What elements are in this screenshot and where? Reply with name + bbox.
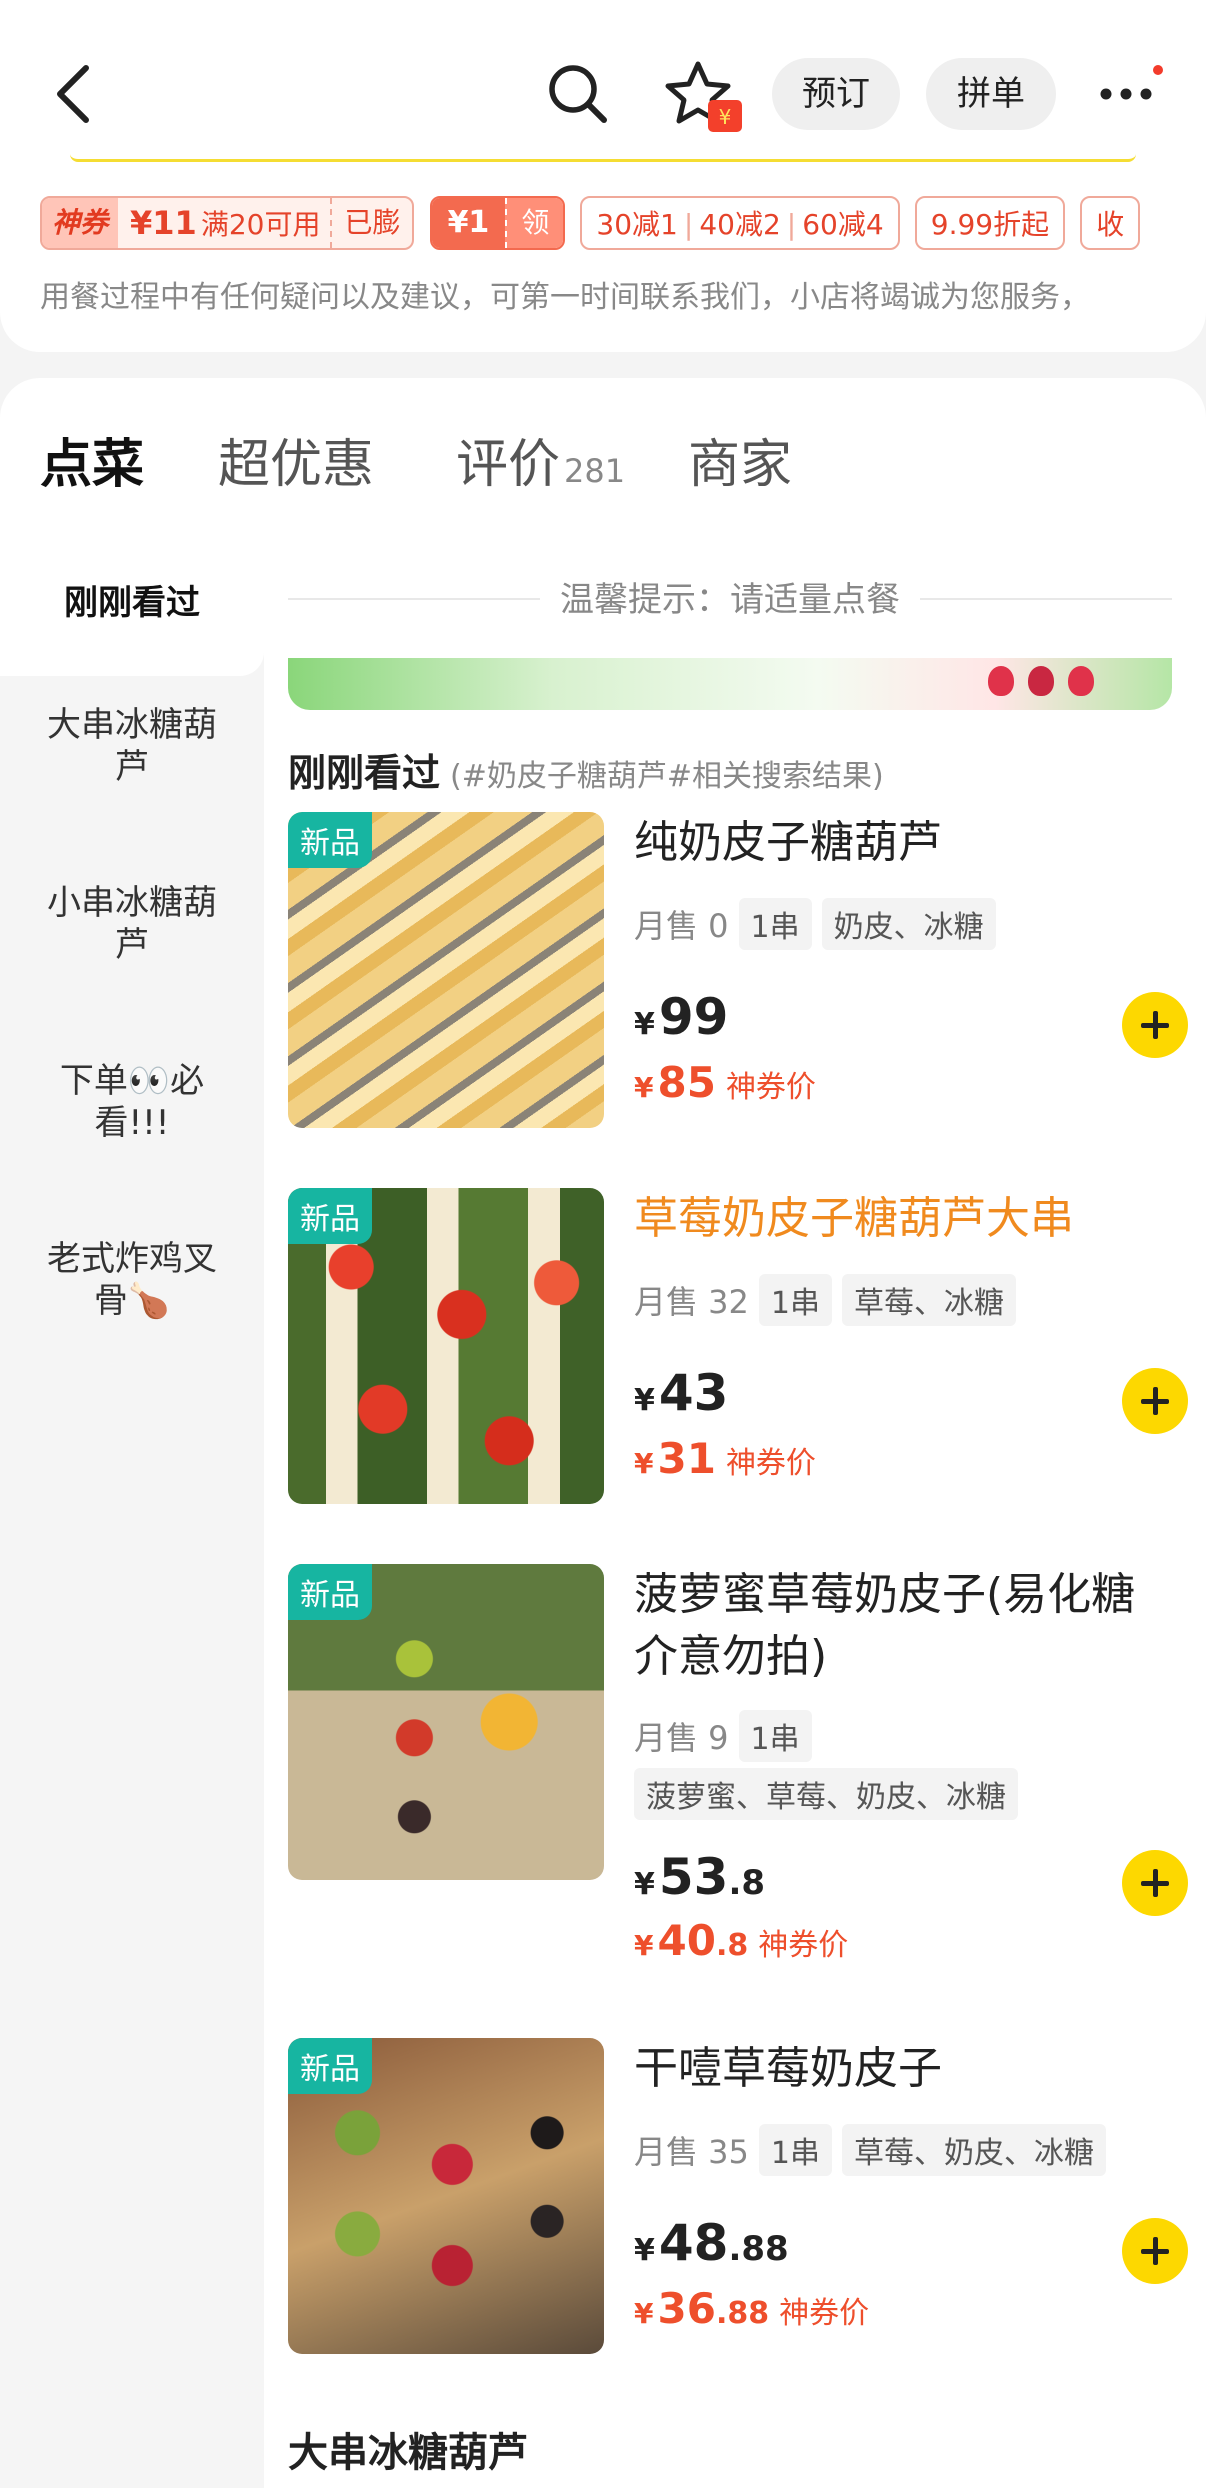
reduction-3: 60减4 [802,208,884,241]
reduction-1: 30减1 [596,208,678,241]
monthly-sales: 月售 0 [634,907,729,945]
dish-item[interactable]: 新品 菠萝蜜草莓奶皮子(易化糖介意勿拍) 月售 9 1串 菠萝蜜、草莓、奶皮、冰糖… [288,1564,1188,1965]
coupon-price: ¥40.8 神券价 [634,1916,849,1965]
full-reduction-coupon[interactable]: 30减1 | 40减2 | 60减4 [580,196,900,250]
sidebar-item-large-tanghulu[interactable]: 大串冰糖葫芦 [0,704,264,788]
tab-deals[interactable]: 超优惠 [218,422,374,497]
dish-name: 菠萝蜜草莓奶皮子(易化糖介意勿拍) [634,1569,1136,1682]
new-badge: 新品 [288,2038,372,2094]
sidebar-item-small-tanghulu[interactable]: 小串冰糖葫芦 [0,882,264,966]
monthly-sales: 月售 32 [634,1283,749,1321]
original-price: ¥48.88 [634,2214,789,2272]
tab-bar: 点菜 超优惠 评价 281 商家 [0,422,1206,540]
ingredient-chip: 菠萝蜜、草莓、奶皮、冰糖 [634,1768,1018,1820]
dish-name: 草莓奶皮子糖葫芦大串 [634,1193,1074,1244]
ingredient-chip: 草莓、冰糖 [842,1274,1016,1326]
add-to-cart-button[interactable] [1122,992,1188,1058]
sidebar-item-fried-chicken[interactable]: 老式炸鸡叉骨🍗 [0,1238,264,1322]
tab-reviews[interactable]: 评价 281 [456,422,625,497]
store-notice: 用餐过程中有任何疑问以及建议，可第一时间联系我们，小店将竭诚为您服务， [40,280,1090,315]
sidebar-item-recently-viewed[interactable]: 刚刚看过 [0,530,264,676]
favorite-star-icon[interactable]: ¥ [664,58,748,138]
dish-meta: 月售 9 1串 [634,1710,812,1762]
claim-coupon-button[interactable]: 领 [505,198,564,248]
unit-chip: 1串 [758,1274,832,1326]
new-badge: 新品 [288,1564,372,1620]
super-coupon-condition: 满20可用 [200,208,321,241]
unit-chip: 1串 [738,1710,812,1762]
dish-item[interactable]: 新品 干噎草莓奶皮子 月售 35 1串 草莓、奶皮、冰糖 ¥48.88 ¥36.88… [288,2038,1188,2358]
dish-name: 干噎草莓奶皮子 [634,2043,942,2094]
section-title-recent: 刚刚看过 (#奶皮子糖葫芦#相关搜索结果) [288,751,884,795]
dish-item[interactable]: 新品 草莓奶皮子糖葫芦大串 月售 32 1串 草莓、冰糖 ¥43 ¥31 神券价 [288,1188,1188,1508]
dish-photo[interactable]: 新品 [288,1188,604,1504]
discount-coupon[interactable]: 9.99折起 [914,196,1066,250]
more-coupon-label: 收 [1096,208,1125,241]
order-tip: 温馨提示：请适量点餐 [264,572,1196,621]
search-icon[interactable] [546,62,610,126]
one-yuan-amount: ¥1 [431,198,506,248]
original-price: ¥99 [634,988,729,1046]
header-divider [70,154,1136,162]
add-to-cart-button[interactable] [1122,2218,1188,2284]
dish-photo[interactable]: 新品 [288,1564,604,1880]
one-yuan-coupon[interactable]: ¥1 领 [429,196,566,250]
more-menu-icon[interactable] [1096,62,1166,122]
tab-order[interactable]: 点菜 [40,422,144,497]
dish-photo[interactable]: 新品 [288,812,604,1128]
review-count: 281 [564,452,626,490]
sidebar-item-must-read[interactable]: 下单👀必看!!! [0,1060,264,1144]
super-coupon-status: 已膨 [330,198,412,248]
dish-list: 温馨提示：请适量点餐 刚刚看过 (#奶皮子糖葫芦#相关搜索结果) 新品 纯奶皮子糖… [264,530,1206,2488]
dish-name: 纯奶皮子糖葫芦 [634,817,942,868]
monthly-sales: 月售 9 [634,1719,729,1757]
coupon-price: ¥85 神券价 [634,1058,816,1107]
dish-meta: 月售 35 1串 草莓、奶皮、冰糖 [634,2124,1106,2176]
unit-chip: 1串 [738,898,812,950]
original-price: ¥53.8 [634,1848,766,1906]
super-coupon-amount: ¥11 [130,204,197,242]
coupon-price: ¥36.88 神券价 [634,2284,870,2333]
new-badge: 新品 [288,812,372,868]
ingredient-row: 菠萝蜜、草莓、奶皮、冰糖 [634,1768,1018,1820]
fav-red-packet-label: ¥ [719,105,732,129]
group-order-button[interactable]: 拼单 [926,58,1056,130]
coupon-price: ¥31 神券价 [634,1434,816,1483]
super-coupon[interactable]: 神券 ¥11 满20可用 已膨 [40,196,415,250]
tab-merchant[interactable]: 商家 [688,422,792,497]
reserve-button[interactable]: 预订 [772,58,900,130]
reduction-2: 40减2 [699,208,781,241]
menu-panel: 点菜 超优惠 评价 281 商家 刚刚看过 大串冰糖葫芦 小串冰糖葫芦 下单👀必看… [0,378,1206,2488]
category-sidebar: 刚刚看过 大串冰糖葫芦 小串冰糖葫芦 下单👀必看!!! 老式炸鸡叉骨🍗 [0,530,264,2488]
store-header: ¥ 预订 拼单 神券 ¥11 满20可用 已膨 ¥1 领 30减1 | 40减2 | 6… [0,0,1206,352]
add-to-cart-button[interactable] [1122,1850,1188,1916]
section-title-large-tanghulu: 大串冰糖葫芦 [288,2430,528,2476]
discount-label: 9.99折起 [930,208,1050,241]
super-coupon-tag: 神券 [42,198,119,248]
back-arrow-icon[interactable] [50,62,100,126]
dish-meta: 月售 0 1串 奶皮、冰糖 [634,898,996,950]
dish-photo[interactable]: 新品 [288,2038,604,2354]
monthly-sales: 月售 35 [634,2133,749,2171]
coupon-row[interactable]: 神券 ¥11 满20可用 已膨 ¥1 领 30减1 | 40减2 | 60减4 9.99… [40,196,1206,252]
promo-banner[interactable] [288,658,1172,710]
dish-item[interactable]: 新品 纯奶皮子糖葫芦 月售 0 1串 奶皮、冰糖 ¥99 ¥85 神券价 [288,812,1188,1132]
ingredient-chip: 奶皮、冰糖 [821,898,996,950]
add-to-cart-button[interactable] [1122,1368,1188,1434]
section-subtitle: (#奶皮子糖葫芦#相关搜索结果) [450,759,884,794]
more-coupon[interactable]: 收 [1080,196,1141,250]
ingredient-chip: 草莓、奶皮、冰糖 [842,2124,1106,2176]
original-price: ¥43 [634,1364,729,1422]
unit-chip: 1串 [758,2124,832,2176]
new-badge: 新品 [288,1188,372,1244]
dish-meta: 月售 32 1串 草莓、冰糖 [634,1274,1016,1326]
